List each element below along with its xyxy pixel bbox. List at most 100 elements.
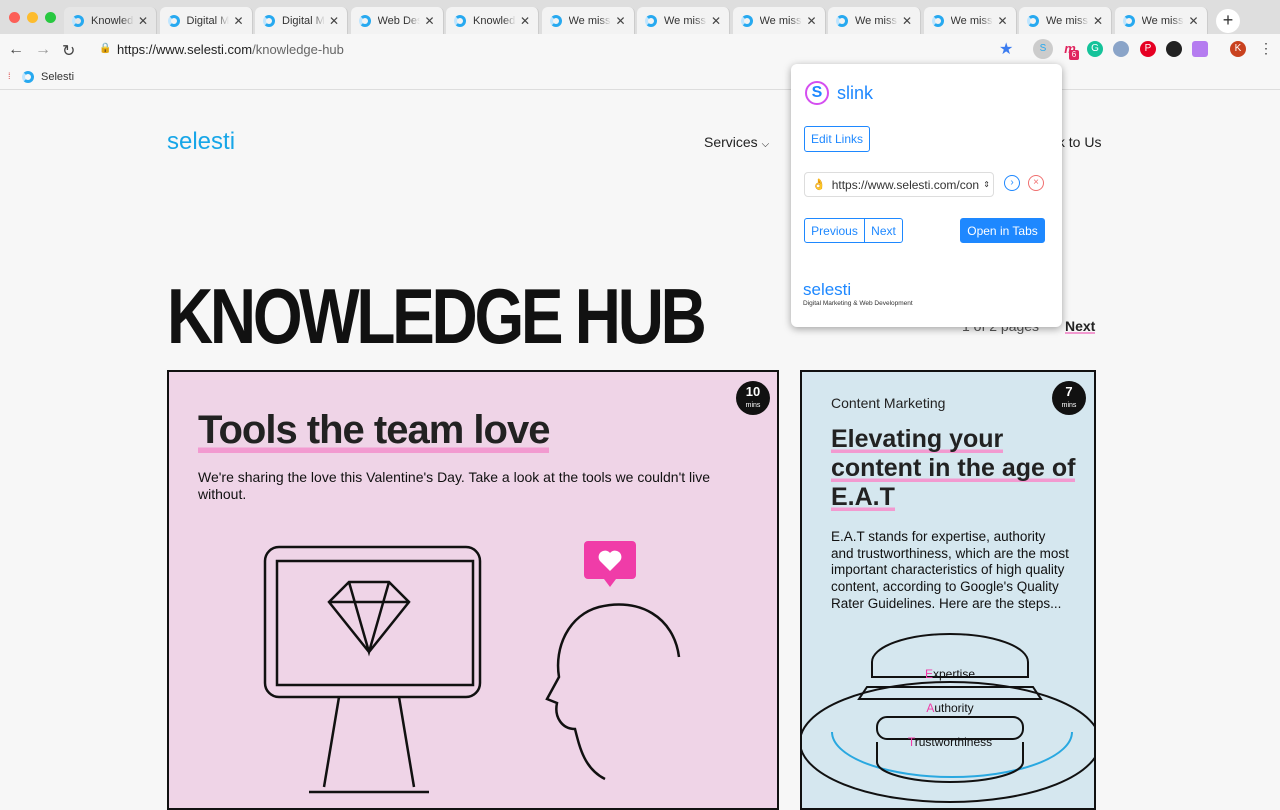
edit-links-button[interactable]: Edit Links [804,126,870,152]
extension-purple-icon[interactable] [1192,41,1208,57]
tab[interactable]: Web Design✕ [350,7,444,34]
tab-favicon [645,14,657,27]
tab[interactable]: Knowledge Hub ✕ [64,7,157,34]
maximize-window-button[interactable] [45,12,56,23]
burger-layer-label: Expertise [802,667,1094,681]
card-title: Tools the team love [198,408,550,453]
lock-icon: 🔒 [99,43,112,54]
previous-button[interactable]: Previous [804,218,865,243]
bookmark-selesti[interactable]: Selesti [22,71,74,83]
forward-icon[interactable]: → [35,41,51,59]
tab-title: We miss you [950,14,994,27]
tab[interactable]: We miss you✕ [732,7,826,34]
reload-icon[interactable]: ↻ [62,41,75,61]
slink-popup: S slink Edit Links 👌 https://www.selesti.… [791,64,1062,327]
close-tab-icon[interactable]: ✕ [1188,14,1198,28]
tab[interactable]: Digital Marketing✕ [159,7,253,34]
tab[interactable]: Digital Marketing✕ [255,7,348,34]
word-rest: uthority [934,701,974,715]
emoji-icon: 👌 [812,179,826,191]
slink-extension-icon[interactable]: S [1033,39,1053,59]
initial: E [924,667,933,681]
window-controls [9,12,56,23]
go-arrow-icon[interactable]: › [1004,175,1020,191]
read-time-value: 10 [745,384,761,399]
word-rest: rustworthiness [914,735,993,749]
tab-favicon [836,14,848,27]
tab-title: We miss you [1046,14,1089,27]
footer-logo: selesti [803,280,852,299]
close-tab-icon[interactable]: ✕ [997,14,1007,28]
tab[interactable]: We miss you✕ [1114,7,1208,34]
bookmark-star-icon[interactable]: ★ [999,39,1013,59]
minimize-window-button[interactable] [27,12,38,23]
tab-bar: Knowledge Hub✕Digital Marketing✕Digital … [0,0,1280,34]
close-tab-icon[interactable]: ✕ [902,14,912,28]
tab[interactable]: We miss you ✕ [828,7,921,34]
url-host: https://www.selesti.com [117,42,253,57]
article-card-eat[interactable]: 7 mins Content Marketing Elevating your c… [800,370,1096,810]
close-window-button[interactable] [9,12,20,23]
burger-illustration [802,633,1094,803]
burger-layer-label: Authority [802,701,1094,715]
tab-favicon [740,14,753,27]
avatar[interactable]: K [1230,41,1246,57]
nav-services[interactable]: Services ⌵ [704,134,769,150]
article-card-tools[interactable]: 10 mins Tools the team love We're sharing… [167,370,779,810]
tab-favicon [549,14,562,27]
tab-favicon [1027,14,1039,27]
extension-badge: 6 [1069,50,1079,60]
tab[interactable]: Knowledge Hub ✕ [446,7,539,34]
tab-title: Digital Marketing [186,14,230,27]
menu-icon[interactable]: ⋮ [1259,40,1273,57]
burger-layer-label: Trustworthiness [802,735,1094,749]
tab-title: Web Design [377,14,421,27]
close-tab-icon[interactable]: ✕ [424,14,434,28]
close-tab-icon[interactable]: ✕ [711,14,721,28]
close-tab-icon[interactable]: ✕ [138,14,148,28]
grammarly-icon[interactable]: G [1087,41,1103,57]
tab-title: We miss you [664,14,707,27]
link-select-value: https://www.selesti.com/con [831,177,980,192]
tab-title: Knowledge Hub [91,14,134,27]
page-title: KNOWLEDGE HUB [167,272,707,360]
slink-logo-icon: S [805,81,829,105]
pinterest-icon[interactable]: P [1140,41,1156,57]
new-tab-button[interactable]: + [1216,9,1240,33]
read-time-badge: 10 mins [736,381,770,415]
link-select[interactable]: 👌 https://www.selesti.com/con ⇕ [804,172,994,197]
bookmark-label: Selesti [41,71,75,83]
close-tab-icon[interactable]: ✕ [233,14,243,28]
url-path: /knowledge-hub [252,42,344,57]
next-button[interactable]: Next [864,218,903,243]
tab-title: We miss you [855,14,898,27]
apps-icon[interactable]: ⁞ [8,71,11,81]
tab[interactable]: We miss you✕ [923,7,1017,34]
back-icon[interactable]: ← [8,41,24,59]
initial: T [907,735,915,749]
open-in-tabs-button[interactable]: Open in Tabs [960,218,1045,243]
close-tab-icon[interactable]: ✕ [1093,14,1103,28]
read-time-value: 7 [1065,384,1073,399]
tab[interactable]: We miss you✕ [541,7,635,34]
tab-favicon [454,14,466,27]
tab-favicon [931,14,944,27]
page: selesti Services ⌵ Talk to Us KNOWLEDGE … [0,91,1280,810]
close-tab-icon[interactable]: ✕ [806,14,816,28]
color-picker-icon[interactable] [1166,41,1182,57]
tab[interactable]: We miss you ✕ [637,7,730,34]
tab[interactable]: We miss you ✕ [1019,7,1112,34]
close-tab-icon[interactable]: ✕ [329,14,339,28]
read-time-badge: 7 mins [1052,381,1086,415]
close-tab-icon[interactable]: ✕ [615,14,625,28]
extension-clock-icon[interactable] [1113,41,1129,57]
select-arrows-icon: ⇕ [983,180,990,189]
bookmarks-bar: ⁞ Selesti [0,66,1280,90]
card-description: We're sharing the love this Valentine's … [198,469,711,502]
address-bar[interactable]: https://www.selesti.com/knowledge-hub [117,42,344,57]
close-tab-icon[interactable]: ✕ [520,14,530,28]
pager-next-link[interactable]: Next [1065,318,1096,334]
remove-icon[interactable]: × [1028,175,1044,191]
tab-favicon [263,14,275,27]
site-logo[interactable]: selesti [167,128,235,156]
